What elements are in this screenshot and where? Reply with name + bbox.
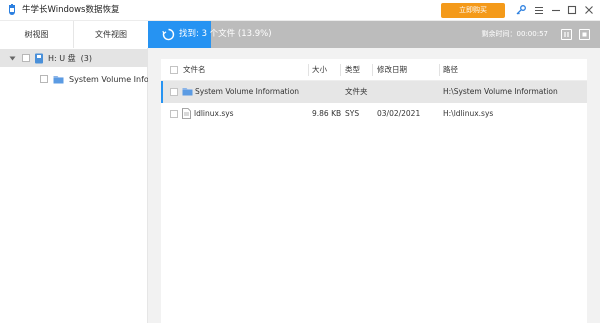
tree-item-system-volume-information[interactable]: System Volume Information — [0, 70, 148, 88]
view-tabs: 树视图 文件视图 — [0, 21, 148, 48]
chevron-down-icon[interactable] — [9, 55, 16, 62]
select-all-checkbox[interactable] — [170, 66, 178, 74]
key-icon[interactable] — [514, 3, 528, 17]
table-row[interactable]: System Volume Information 文件夹 H:\System … — [161, 81, 587, 103]
file-icon — [182, 108, 191, 119]
column-divider[interactable] — [372, 64, 373, 76]
cell-type: 文件夹 — [345, 87, 368, 96]
menu-icon[interactable] — [532, 3, 546, 17]
buy-now-button[interactable]: 立即购买 — [441, 3, 505, 18]
file-table: 文件名 大小 类型 修改日期 路径 System Volume Informat… — [161, 59, 587, 323]
column-divider[interactable] — [308, 64, 309, 76]
scan-status-bar: 找到: 3 个文件 (13.9%) 剩余时间：00:00:57 — [148, 21, 600, 48]
cell-type: SYS — [345, 109, 360, 118]
cell-name: ldlinux.sys — [194, 109, 234, 118]
drive-checkbox[interactable] — [22, 54, 30, 62]
tree-item-drive[interactable]: H: U 盘 (3) — [0, 49, 148, 67]
row-checkbox[interactable] — [170, 88, 178, 96]
cell-date: 03/02/2021 — [377, 109, 421, 118]
row-checkbox[interactable] — [170, 110, 178, 118]
tab-file-view[interactable]: 文件视图 — [74, 21, 148, 48]
column-divider[interactable] — [439, 64, 440, 76]
app-title: 牛学长Windows数据恢复 — [22, 5, 120, 15]
cell-path: H:\ldlinux.sys — [443, 109, 494, 118]
file-list-area: 文件名 大小 类型 修改日期 路径 System Volume Informat… — [148, 48, 600, 323]
column-header-type[interactable]: 类型 — [345, 59, 360, 81]
table-header: 文件名 大小 类型 修改日期 路径 — [161, 59, 587, 81]
remaining-time: 剩余时间：00:00:57 — [481, 30, 548, 38]
column-header-date[interactable]: 修改日期 — [377, 59, 407, 81]
cell-path: H:\System Volume Information — [443, 87, 558, 96]
drive-icon — [35, 53, 43, 63]
stop-icon[interactable] — [579, 29, 590, 40]
title-bar: 牛学长Windows数据恢复 立即购买 — [0, 0, 600, 21]
column-divider[interactable] — [340, 64, 341, 76]
tab-tree-view[interactable]: 树视图 — [0, 21, 74, 48]
drive-label: H: U 盘 — [48, 53, 76, 63]
drive-count: (3) — [80, 53, 92, 63]
column-header-name[interactable]: 文件名 — [183, 59, 206, 81]
sidebar: 树视图 文件视图 H: U 盘 (3) System Volume Inform… — [0, 21, 148, 323]
minimize-icon[interactable] — [549, 3, 563, 17]
app-logo-icon — [9, 4, 15, 15]
pause-icon[interactable] — [561, 29, 572, 40]
column-header-path[interactable]: 路径 — [443, 59, 458, 81]
cell-size: 9.86 KB — [312, 109, 342, 118]
column-header-size[interactable]: 大小 — [312, 59, 327, 81]
close-icon[interactable] — [582, 3, 596, 17]
folder-label: System Volume Information — [69, 74, 148, 84]
maximize-icon[interactable] — [565, 3, 579, 17]
folder-checkbox[interactable] — [40, 75, 48, 83]
folder-icon — [182, 88, 193, 96]
table-row[interactable]: ldlinux.sys 9.86 KB SYS 03/02/2021 H:\ld… — [161, 103, 587, 125]
spinner-icon — [162, 28, 175, 41]
folder-icon — [53, 75, 64, 83]
scan-status-text: 找到: 3 个文件 (13.9%) — [179, 29, 272, 39]
cell-name: System Volume Information — [195, 87, 300, 96]
